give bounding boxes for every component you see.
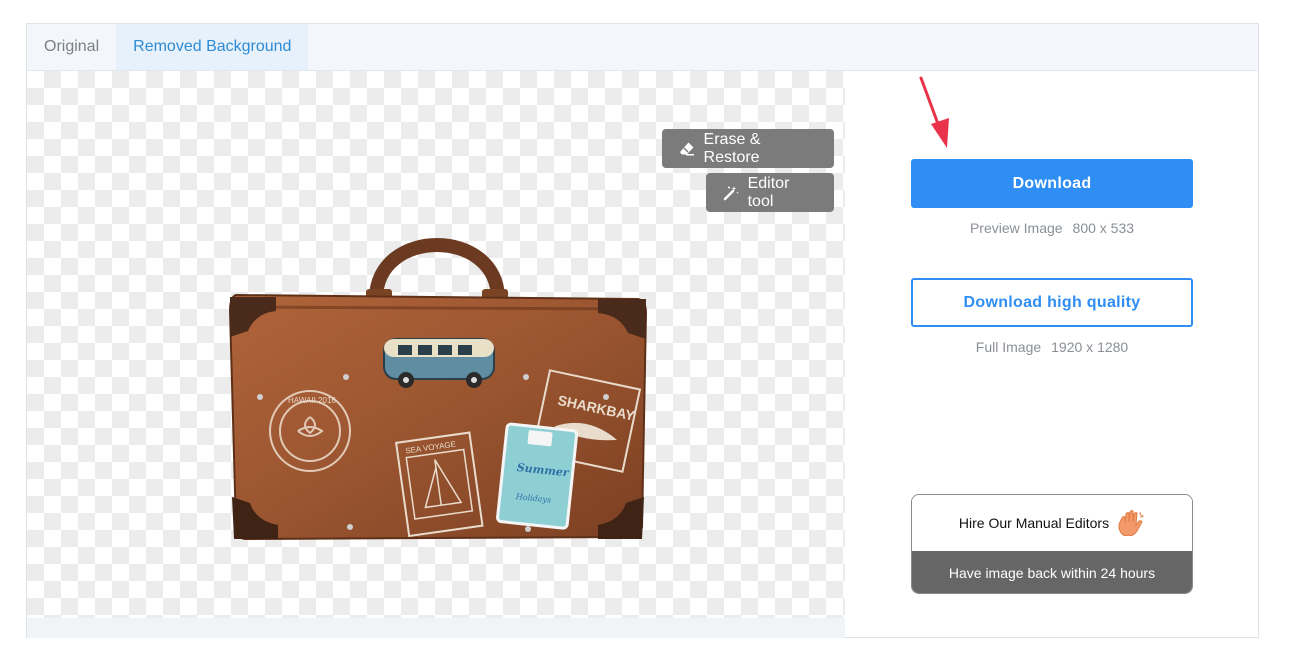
image-canvas[interactable]: HAWAII 2016 SEA VOYAGE SHARKBAY Summer H… [27,71,845,618]
hire-manual-editors-card[interactable]: Hire Our Manual Editors Have image back … [911,494,1193,594]
editor-panel: Original Removed Background HAWAII 2016 … [26,23,1259,638]
download-button[interactable]: Download [911,159,1193,208]
red-arrow-icon [919,76,949,148]
magic-wand-icon [722,184,740,202]
tab-original[interactable]: Original [27,24,116,70]
hawaii-stamp-text: HAWAII 2016 [288,396,336,405]
erase-restore-button[interactable]: Erase & Restore [662,129,834,168]
hire-card-footer: Have image back within 24 hours [912,551,1192,593]
tab-bar: Original Removed Background [27,24,1258,71]
full-image-info: Full Image 1920 x 1280 [911,339,1193,355]
hire-card-header: Hire Our Manual Editors [912,495,1192,551]
preview-image-label: Preview Image [969,220,1063,236]
editor-tool-button[interactable]: Editor tool [706,173,834,212]
hire-title: Hire Our Manual Editors [958,515,1110,531]
waving-hand-icon [1115,510,1145,536]
suitcase-image: HAWAII 2016 SEA VOYAGE SHARKBAY Summer H… [228,238,648,541]
download-high-quality-button[interactable]: Download high quality [911,278,1193,327]
full-image-label: Full Image [975,339,1042,355]
preview-image-size: 800 x 533 [1072,220,1135,236]
eraser-icon [678,140,696,158]
canvas-footer-bar [27,618,845,638]
preview-image-info: Preview Image 800 x 533 [911,220,1193,236]
full-image-size: 1920 x 1280 [1051,339,1129,355]
erase-restore-label: Erase & Restore [703,130,761,166]
tab-removed-background[interactable]: Removed Background [116,24,309,70]
editor-tool-label: Editor tool [747,174,790,210]
